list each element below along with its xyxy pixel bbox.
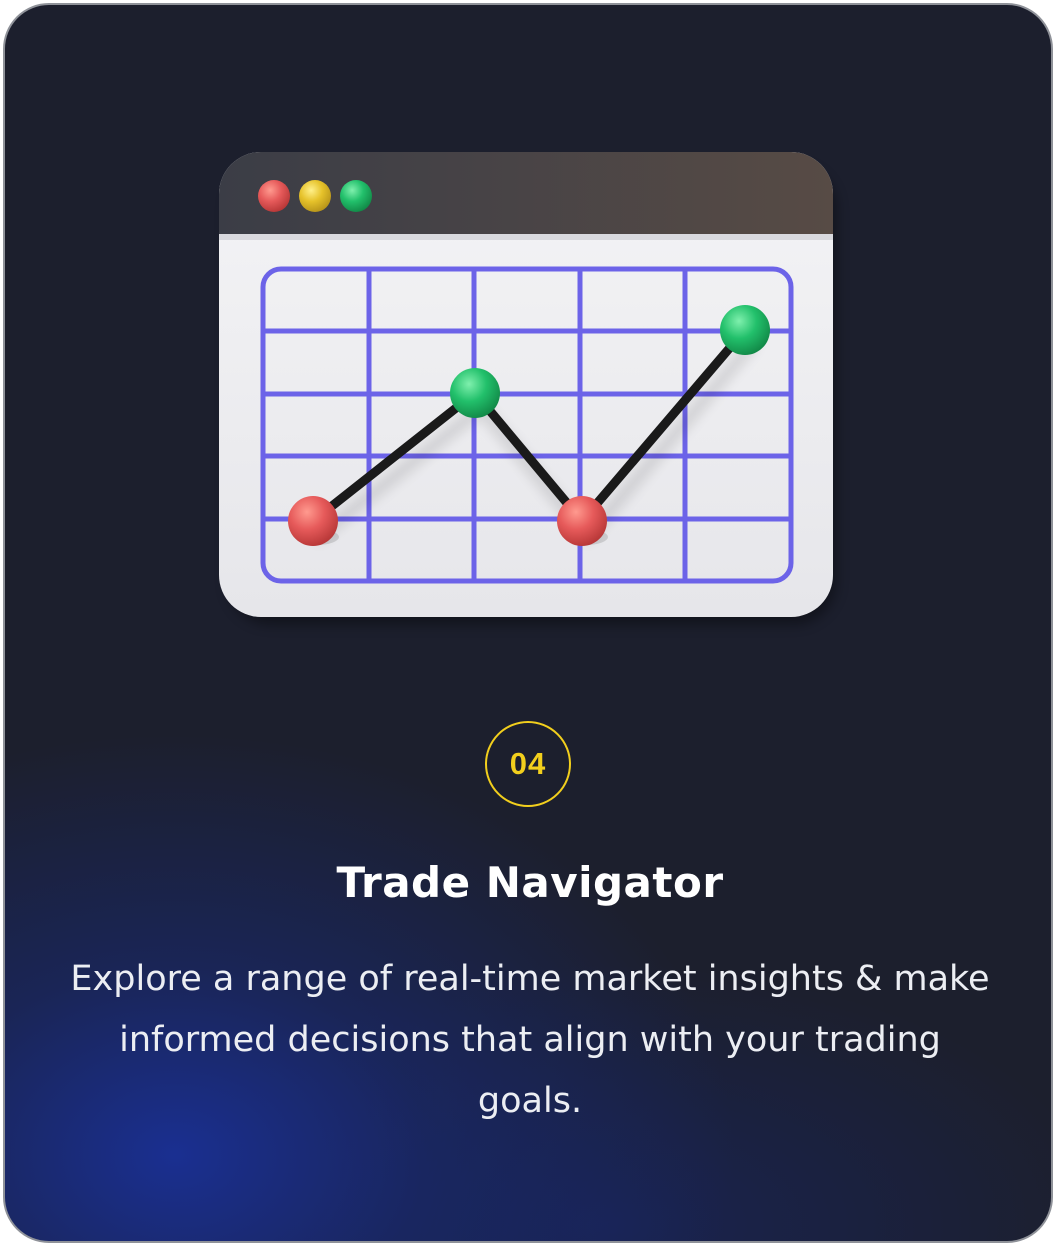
step-number-badge: 04	[485, 721, 571, 807]
close-dot-icon	[258, 180, 290, 212]
trend-point-up	[450, 368, 500, 418]
maximize-dot-icon	[340, 180, 372, 212]
minimize-dot-icon	[299, 180, 331, 212]
card-title: Trade Navigator	[336, 858, 724, 907]
trend-point-down	[557, 496, 607, 546]
chart-window-icon	[219, 152, 837, 625]
card-description: Explore a range of real-time market insi…	[70, 959, 990, 1121]
window-buttons	[258, 180, 372, 212]
step-number: 04	[509, 746, 547, 781]
window-frame	[219, 152, 833, 617]
feature-card: 04 Trade Navigator Explore a range of re…	[3, 3, 1053, 1243]
trend-point-down	[288, 496, 338, 546]
trend-point-up	[720, 305, 770, 355]
